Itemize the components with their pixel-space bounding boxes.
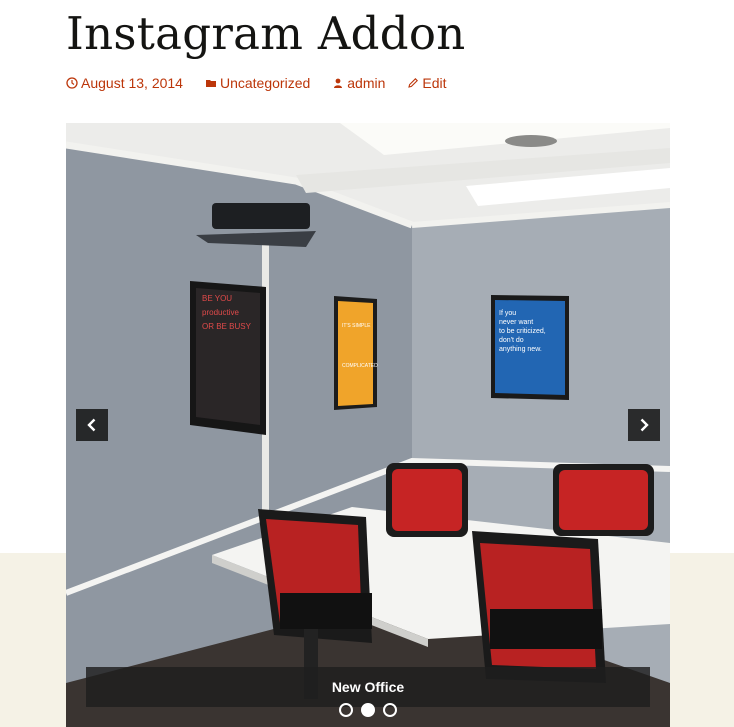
slide-caption: New Office bbox=[86, 667, 650, 707]
post-date-link[interactable]: August 13, 2014 bbox=[66, 75, 183, 91]
user-icon bbox=[334, 78, 343, 88]
chair-back-left bbox=[386, 463, 468, 537]
post-category: Uncategorized bbox=[219, 75, 311, 91]
slide-image: BE YOU productive OR BE BUSY IT'S SIMPLE COM… bbox=[66, 123, 670, 727]
poster-simple-text: IT'S SIMPLE bbox=[342, 323, 371, 329]
slider-prev-button[interactable] bbox=[76, 409, 108, 441]
poster-simple bbox=[334, 296, 377, 410]
air-vent bbox=[505, 135, 557, 147]
post-meta: August 13, 2014 Uncategorized admin Edit bbox=[66, 73, 469, 93]
slider-dot-3[interactable] bbox=[383, 703, 397, 717]
slider-pagination bbox=[66, 703, 670, 717]
poster-productive-text: OR BE BUSY bbox=[202, 322, 252, 331]
image-slider[interactable]: BE YOU productive OR BE BUSY IT'S SIMPLE COM… bbox=[66, 123, 670, 727]
poster-productive-text: BE YOU bbox=[202, 294, 232, 303]
poster-productive-text: productive bbox=[202, 308, 239, 317]
chair-front-right bbox=[472, 531, 606, 683]
post-date: August 13, 2014 bbox=[81, 75, 183, 91]
poster-criticized-text: don't do bbox=[499, 337, 524, 344]
projector bbox=[212, 203, 310, 229]
slider-dot-1[interactable] bbox=[339, 703, 353, 717]
post-edit-link[interactable]: Edit bbox=[407, 75, 447, 91]
poster-criticized-text: If you bbox=[499, 310, 516, 317]
poster-criticized-text: anything new. bbox=[499, 346, 542, 353]
poster-criticized-text: to be criticized, bbox=[499, 328, 546, 335]
chevron-right-icon bbox=[640, 418, 649, 432]
post-title: Instagram Addon bbox=[66, 7, 466, 60]
post-category-link[interactable]: Uncategorized bbox=[205, 75, 310, 91]
poster-criticized-text: never want bbox=[499, 319, 533, 326]
poster-simple-text: COMPLICATED bbox=[342, 363, 378, 369]
chair-back-right bbox=[553, 464, 654, 536]
poster-productive bbox=[190, 281, 266, 435]
chevron-left-icon bbox=[87, 418, 96, 432]
clock-icon bbox=[66, 77, 78, 89]
slider-next-button[interactable] bbox=[628, 409, 660, 441]
slider-dot-2[interactable] bbox=[361, 703, 375, 717]
folder-icon bbox=[205, 80, 216, 87]
post-author: admin bbox=[347, 75, 386, 91]
post-edit: Edit bbox=[422, 75, 447, 91]
post-author-link[interactable]: admin bbox=[332, 75, 385, 91]
pencil-icon bbox=[408, 78, 419, 88]
